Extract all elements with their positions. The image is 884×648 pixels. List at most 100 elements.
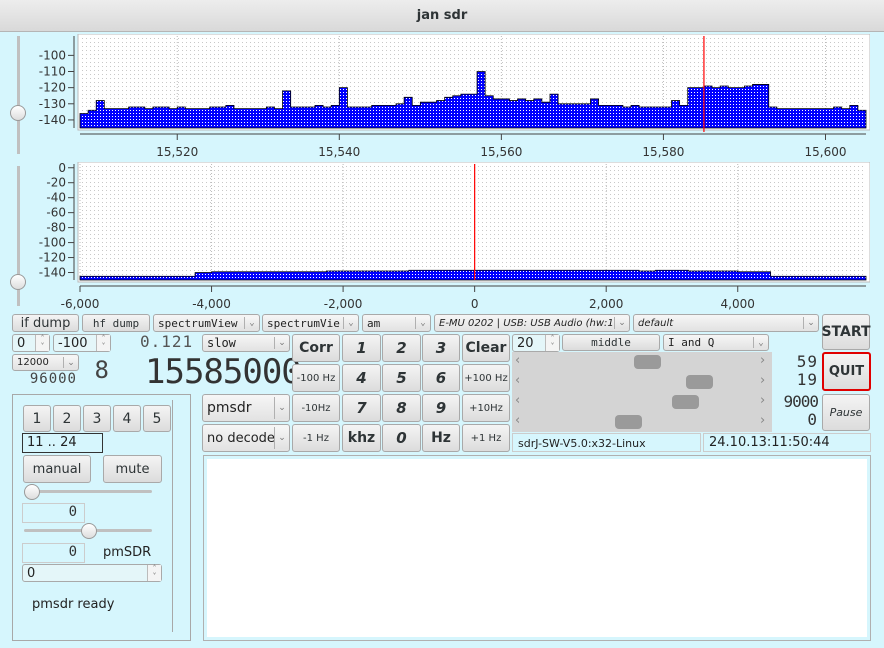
up-down-arrows-icon[interactable]: ˄ ˅ bbox=[545, 335, 559, 351]
input-device-select[interactable]: pmsdr ⌄ bbox=[202, 394, 290, 422]
soundcard-select[interactable]: E-MU 0202 | USB: USB Audio (hw:1 ⌄ bbox=[434, 314, 630, 332]
x-tick-label: 2,000 bbox=[589, 297, 623, 311]
keypad-button[interactable]: +1 Hz bbox=[462, 424, 510, 452]
band-button-1[interactable]: 1 bbox=[23, 405, 51, 432]
iq-select[interactable]: I and Q ⌄ bbox=[663, 334, 769, 351]
start-button[interactable]: START bbox=[821, 314, 871, 350]
manual-button[interactable]: manual bbox=[23, 455, 91, 483]
x-tick-label: 15,540 bbox=[318, 145, 360, 159]
selected-value: spectrumVie bbox=[267, 316, 340, 330]
chevron-right-icon[interactable]: › bbox=[760, 413, 765, 428]
keypad-button[interactable]: 8 bbox=[382, 394, 421, 422]
band-button-2[interactable]: 2 bbox=[53, 405, 81, 432]
gain-slider[interactable] bbox=[24, 484, 152, 500]
slider-knob[interactable] bbox=[10, 105, 26, 121]
keypad-button[interactable]: +10Hz bbox=[462, 394, 510, 422]
keypad-button[interactable]: 4 bbox=[342, 364, 381, 392]
output-device-select[interactable]: default ⌄ bbox=[633, 314, 819, 332]
up-down-arrows-icon[interactable]: ˄ ˅ bbox=[147, 565, 161, 581]
if-dump-button[interactable]: if dump bbox=[12, 314, 79, 332]
y-tick-label: -100 bbox=[39, 48, 66, 62]
selected-value: spectrumView bbox=[158, 316, 238, 330]
chevron-down-icon: ⌄ bbox=[753, 337, 768, 348]
device-spinbox[interactable]: 0 ˄ ˅ bbox=[22, 564, 162, 582]
decoder-select[interactable]: no decode ⌄ bbox=[202, 424, 290, 452]
band-button-4[interactable]: 4 bbox=[113, 405, 141, 432]
y-tick-label: -140 bbox=[39, 113, 66, 127]
selected-value: E-MU 0202 | USB: USB Audio (hw:1 bbox=[439, 317, 614, 329]
quit-button[interactable]: QUIT bbox=[822, 352, 871, 391]
chevron-left-icon[interactable]: ‹ bbox=[515, 413, 520, 428]
scrollbar-thumb[interactable] bbox=[686, 375, 714, 389]
spinbox-a[interactable]: 0 ˄ ˅ bbox=[12, 334, 50, 352]
keypad-button[interactable]: Clear bbox=[462, 334, 510, 362]
chevron-right-icon[interactable]: › bbox=[760, 393, 765, 408]
lcd-rate: 96000 bbox=[29, 371, 77, 387]
chevron-right-icon[interactable]: › bbox=[760, 373, 765, 388]
selected-value: default bbox=[638, 317, 674, 329]
keypad-button[interactable]: 1 bbox=[342, 334, 381, 362]
keypad-button[interactable]: 2 bbox=[382, 334, 421, 362]
agc-select[interactable]: slow ⌄ bbox=[202, 334, 290, 352]
chevron-left-icon[interactable]: ‹ bbox=[515, 373, 520, 388]
slider-knob[interactable] bbox=[24, 484, 40, 500]
x-tick-label: -6,000 bbox=[61, 297, 100, 311]
y-tick-label: -140 bbox=[39, 266, 66, 280]
band-button-3[interactable]: 3 bbox=[83, 405, 111, 432]
keypad-button[interactable]: Hz bbox=[422, 424, 460, 452]
mode-select[interactable]: am ⌄ bbox=[362, 314, 431, 332]
up-down-arrows-icon[interactable]: ˄ ˅ bbox=[35, 335, 49, 351]
lcd-small: 0.121 bbox=[140, 332, 194, 351]
keypad-button[interactable]: khz bbox=[342, 424, 381, 452]
output-text-area[interactable] bbox=[203, 455, 871, 641]
keypad-button[interactable]: +100 Hz bbox=[462, 364, 510, 392]
hf-spectrum-chart: -100 -110 -120 -130 -140 15,520 15,540 15,560 15… bbox=[39, 34, 870, 159]
slider-knob[interactable] bbox=[81, 523, 97, 539]
spectrum-view-select-2[interactable]: spectrumVie ⌄ bbox=[262, 314, 359, 332]
offset-slider[interactable] bbox=[24, 523, 152, 539]
lcd-r2: 19 bbox=[796, 370, 818, 389]
lcd-r3: 9000 bbox=[783, 392, 819, 411]
selected-value: slow bbox=[207, 336, 236, 350]
keypad-button[interactable]: 5 bbox=[382, 364, 421, 392]
hf-dump-button[interactable]: hf dump bbox=[82, 314, 150, 332]
keypad-button[interactable]: -1 Hz bbox=[292, 424, 340, 452]
y-tick-label: -60 bbox=[46, 206, 66, 220]
keypad-button[interactable]: -100 Hz bbox=[292, 364, 340, 392]
up-down-arrows-icon[interactable]: ˄ ˅ bbox=[96, 335, 110, 351]
mute-button[interactable]: mute bbox=[103, 455, 162, 483]
scrollbar-thumb[interactable] bbox=[672, 395, 700, 409]
keypad-button[interactable]: 9 bbox=[422, 394, 460, 422]
datetime-label: 24.10.13:11:50:44 bbox=[703, 433, 871, 452]
spectrum-view-select[interactable]: spectrumView ⌄ bbox=[153, 314, 260, 332]
scrollbar-thumb[interactable] bbox=[615, 415, 643, 429]
chevron-right-icon[interactable]: › bbox=[760, 353, 765, 368]
keypad-button[interactable]: 0 bbox=[382, 424, 421, 452]
spinbox-b[interactable]: -100 ˄ ˅ bbox=[53, 334, 111, 352]
keypad-button[interactable]: 7 bbox=[342, 394, 381, 422]
spinbox-20[interactable]: 20 ˄ ˅ bbox=[512, 334, 560, 352]
middle-button[interactable]: middle bbox=[562, 334, 660, 351]
lcd-left-1: 0 bbox=[22, 503, 85, 523]
window-title: jan sdr bbox=[0, 0, 884, 32]
top-spectrum-level-slider[interactable] bbox=[10, 36, 26, 156]
rate-select[interactable]: 12000 ⌄ bbox=[12, 354, 79, 371]
pause-button[interactable]: Pause bbox=[822, 394, 870, 431]
band-range-field[interactable]: 11 .. 24 bbox=[22, 433, 103, 453]
chevron-left-icon[interactable]: ‹ bbox=[515, 393, 520, 408]
chevron-down-icon: ⌄ bbox=[343, 317, 358, 329]
x-tick-label: 15,580 bbox=[642, 145, 684, 159]
grid bbox=[80, 164, 866, 280]
chevron-left-icon[interactable]: ‹ bbox=[515, 353, 520, 368]
scrollbar-thumb[interactable] bbox=[633, 355, 661, 369]
chevron-down-icon: ⌄ bbox=[274, 427, 289, 449]
keypad-button[interactable]: 3 bbox=[422, 334, 460, 362]
band-button-5[interactable]: 5 bbox=[143, 405, 171, 432]
chevron-down-icon: ⌄ bbox=[803, 317, 818, 329]
bottom-spectrum-level-slider[interactable] bbox=[10, 166, 26, 306]
keypad-button[interactable]: -10Hz bbox=[292, 394, 340, 422]
slider-knob[interactable] bbox=[10, 274, 26, 290]
keypad-button[interactable]: Corr bbox=[292, 334, 340, 362]
keypad-button[interactable]: 6 bbox=[422, 364, 460, 392]
y-tick-label: -130 bbox=[39, 97, 66, 111]
